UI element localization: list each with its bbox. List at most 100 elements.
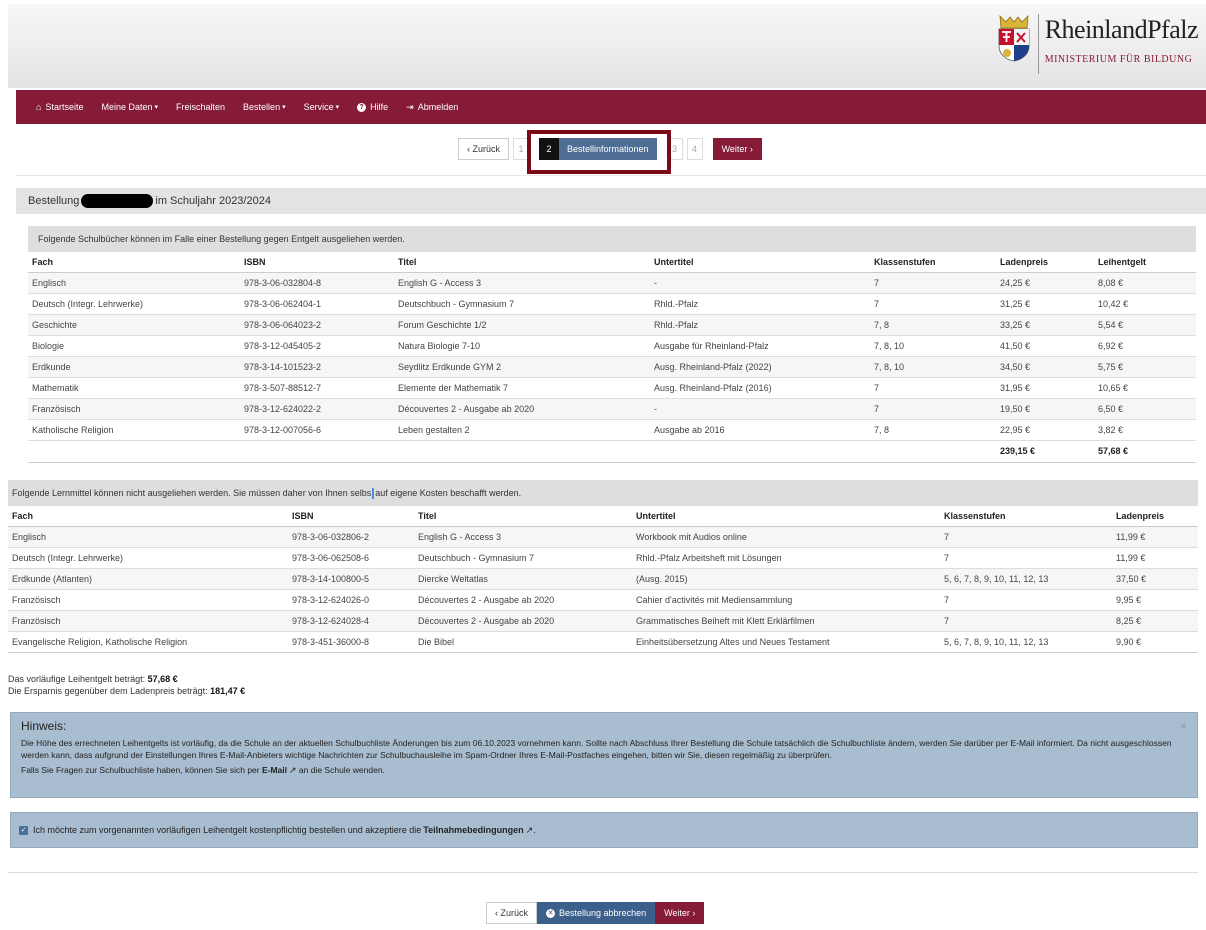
close-icon[interactable]: × — [1180, 719, 1187, 733]
table-cell: 33,25 € — [996, 313, 1094, 335]
table-cell: Ausgabe ab 2016 — [650, 418, 870, 440]
brand-logo[interactable]: RheinlandPfalz MINISTERIUM FÜR BILDUNG — [996, 14, 1199, 74]
table-cell: Découvertes 2 - Ausgabe ab 2020 — [394, 397, 650, 419]
fee-summary-label: Das vorläufige Leihentgelt beträgt: — [8, 674, 148, 684]
table-cell: 6,50 € — [1094, 397, 1196, 419]
column-header: Ladenpreis — [1112, 506, 1198, 527]
table-cell: 978-3-12-624026-0 — [288, 588, 414, 610]
step-highlight-box — [527, 130, 671, 174]
nav-item-4[interactable]: Service ▾ — [304, 102, 340, 112]
notice-alert: × Hinweis: Die Höhe des errechneten Leih… — [10, 712, 1198, 798]
table-cell: 5, 6, 7, 8, 9, 10, 11, 12, 13 — [940, 630, 1112, 652]
table-row: Katholische Religion 978-3-12-007056-6 Leb… — [28, 418, 1196, 440]
step-4[interactable]: 4 — [686, 138, 703, 160]
savings-summary-label: Die Ersparnis gegenüber dem Ladenpreis b… — [8, 686, 211, 696]
question-icon: ? — [357, 102, 367, 112]
cancel-order-button[interactable]: ✕ Bestellung abbrechen — [537, 902, 656, 924]
loan-books-heading: Folgende Schulbücher können im Falle ein… — [28, 226, 1196, 252]
table-cell: Elemente der Mathematik 7 — [394, 376, 650, 398]
table-cell: 7, 8 — [870, 418, 996, 440]
cancel-order-label: Bestellung abbrechen — [559, 908, 647, 918]
external-link-icon: ↗ — [289, 765, 297, 775]
empty-cell — [394, 439, 650, 462]
totals-row: 239,15 €57,68 € — [28, 439, 1196, 462]
nav-item-3[interactable]: Bestellen ▾ — [243, 102, 286, 112]
table-cell: Evangelische Religion, Katholische Relig… — [8, 630, 288, 652]
purchase-heading-text-b: auf eigene Kosten beschafft werden. — [375, 488, 522, 498]
table-cell: Englisch — [8, 525, 288, 547]
table-cell: Geschichte — [28, 313, 240, 335]
stepper-next-button[interactable]: Weiter › — [712, 138, 762, 160]
table-cell: 11,99 € — [1112, 546, 1198, 568]
table-cell: Deutsch (Integr. Lehrwerke) — [8, 546, 288, 568]
table-cell: Workbook mit Audios online — [632, 525, 940, 547]
fee-summary-value: 57,68 € — [147, 674, 178, 684]
table-cell: Grammatisches Beiheft mit Klett Erklärfi… — [632, 609, 940, 631]
table-cell: Découvertes 2 - Ausgabe ab 2020 — [414, 588, 632, 610]
nav-item-label: Freischalten — [176, 102, 226, 112]
table-cell: Découvertes 2 - Ausgabe ab 2020 — [414, 609, 632, 631]
nav-item-2[interactable]: Freischalten — [176, 102, 225, 112]
table-row: Erdkunde 978-3-14-101523-2 Seydlitz Erdkun… — [28, 355, 1196, 377]
table-cell: Deutschbuch - Gymnasium 7 — [414, 546, 632, 568]
text-cursor — [372, 487, 375, 499]
table-cell: Katholische Religion — [28, 418, 240, 440]
table-cell: Französisch — [8, 609, 288, 631]
fee-summary: Das vorläufige Leihentgelt beträgt: 57,6… — [8, 673, 245, 697]
table-row: Deutsch (Integr. Lehrwerke) 978-3-06-0625… — [8, 546, 1198, 568]
cancel-icon: ✕ — [546, 908, 556, 918]
table-cell: Einheitsübersetzung Altes und Neues Test… — [632, 630, 940, 652]
order-panel-heading: Bestellung im Schuljahr 2023/2024 — [16, 188, 1206, 214]
table-cell: 37,50 € — [1112, 567, 1198, 589]
table-cell: Rhld.-Pfalz — [650, 292, 870, 314]
table-cell: - — [650, 397, 870, 419]
table-cell: 978-3-06-062508-6 — [288, 546, 414, 568]
stepper-back-button[interactable]: ‹ Zurück — [458, 138, 510, 160]
table-cell: English G - Access 3 — [394, 271, 650, 293]
external-link-icon: ↗ — [525, 824, 534, 835]
table-row: Französisch 978-3-12-624022-2 Découvertes … — [28, 397, 1196, 419]
table-cell: 7, 8, 10 — [870, 334, 996, 356]
nav-item-label: Meine Daten — [101, 102, 153, 112]
nav-item-6[interactable]: ⇥ Abmelden — [406, 102, 458, 113]
nav-item-0[interactable]: ⌂ Startseite — [36, 102, 83, 112]
table-cell: 3,82 € — [1094, 418, 1196, 440]
consent-checkbox[interactable]: ✓ — [19, 825, 28, 835]
email-link[interactable]: E-Mail — [262, 765, 287, 775]
nav-item-1[interactable]: Meine Daten ▾ — [101, 102, 158, 112]
purchase-items-panel: Folgende Lernmittel können nicht ausgeli… — [8, 480, 1198, 653]
table-cell: Rhld.-Pfalz Arbeitsheft mit Lösungen — [632, 546, 940, 568]
table-cell: Diercke Weltatlas — [414, 567, 632, 589]
table-row: Mathematik 978-3-507-88512-7 Elemente der … — [28, 376, 1196, 398]
column-header: Fach — [8, 506, 288, 527]
table-cell: 6,92 € — [1094, 334, 1196, 356]
table-cell: - — [650, 271, 870, 293]
table-cell: Deutsch (Integr. Lehrwerke) — [28, 292, 240, 314]
consent-end: . — [533, 825, 536, 835]
footer-next-button[interactable]: Weiter › — [655, 902, 705, 924]
table-cell: 22,95 € — [996, 418, 1094, 440]
site-header: RheinlandPfalz MINISTERIUM FÜR BILDUNG — [8, 4, 1206, 88]
table-row: Evangelische Religion, Katholische Relig… — [8, 630, 1198, 652]
table-cell: Englisch — [28, 271, 240, 293]
table-cell: 978-3-12-007056-6 — [240, 418, 394, 440]
nav-item-label: Hilfe — [370, 102, 389, 112]
order-heading-prefix: Bestellung — [28, 195, 80, 207]
footer-back-button[interactable]: ‹ Zurück — [486, 902, 538, 924]
table-cell: 978-3-06-064023-2 — [240, 313, 394, 335]
table-cell: 5, 6, 7, 8, 9, 10, 11, 12, 13 — [940, 567, 1112, 589]
table-cell: Französisch — [8, 588, 288, 610]
nav-item-5[interactable]: ? Hilfe — [357, 102, 388, 112]
empty-cell — [28, 439, 240, 462]
table-cell: 7 — [870, 292, 996, 314]
table-cell: 978-3-507-88512-7 — [240, 376, 394, 398]
table-row: Deutsch (Integr. Lehrwerke) 978-3-06-0624… — [28, 292, 1196, 314]
table-cell: 7, 8, 10 — [870, 355, 996, 377]
empty-cell — [650, 439, 870, 462]
column-header: Klassenstufen — [870, 252, 996, 273]
caret-down-icon: ▾ — [282, 104, 286, 111]
column-header: Klassenstufen — [940, 506, 1112, 527]
terms-link[interactable]: Teilnahmebedingungen — [423, 825, 523, 835]
column-header: Leihentgelt — [1094, 252, 1196, 273]
caret-down-icon: ▾ — [154, 104, 159, 111]
